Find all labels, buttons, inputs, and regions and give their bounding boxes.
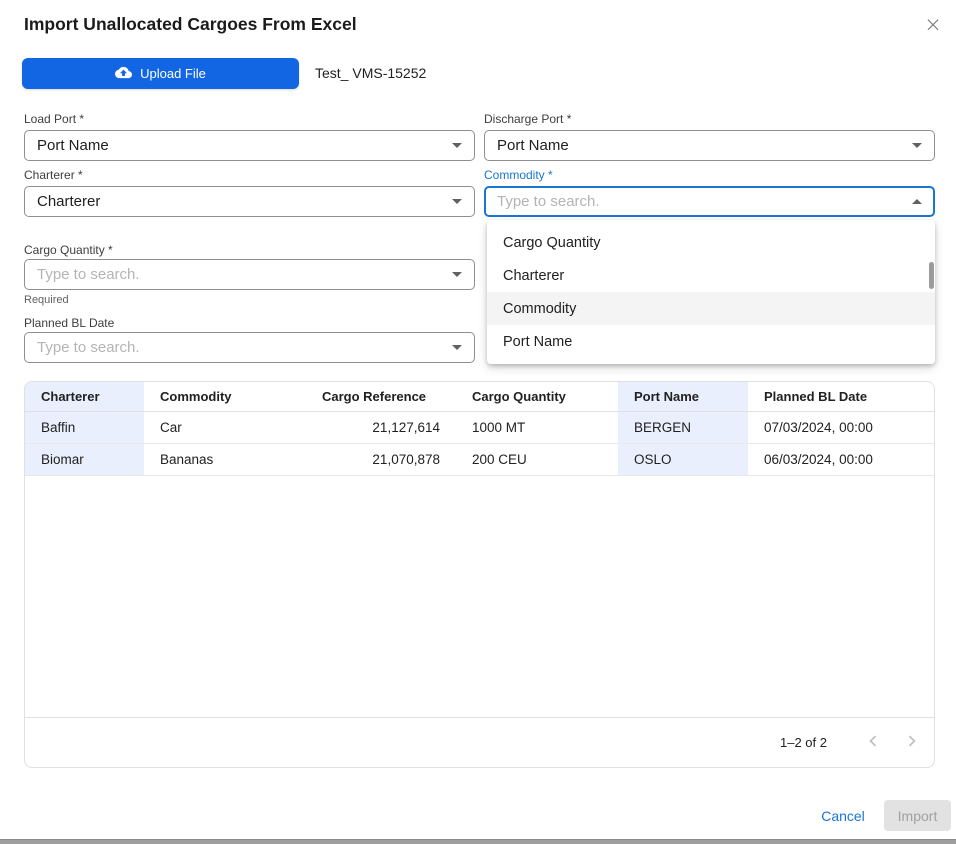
column-header-planned-bl-date: Planned BL Date: [748, 382, 935, 412]
close-icon: [924, 15, 942, 36]
discharge-port-value: Port Name: [497, 137, 912, 154]
planned-bl-date-label: Planned BL Date: [24, 316, 114, 330]
charterer-label: Charterer *: [24, 168, 83, 182]
table-row[interactable]: Baffin Car 21,127,614 1000 MT BERGEN 07/…: [25, 412, 935, 444]
cell-cargo-quantity: 1000 MT: [456, 412, 618, 444]
cell-planned-bl-date: 07/03/2024, 00:00: [748, 412, 935, 444]
cancel-button[interactable]: Cancel: [818, 804, 868, 828]
cell-charterer: Baffin: [25, 412, 144, 444]
charterer-select[interactable]: Charterer: [24, 186, 475, 217]
charterer-value: Charterer: [37, 193, 452, 210]
cell-cargo-reference: 21,070,878: [306, 444, 456, 476]
column-header-commodity: Commodity: [144, 382, 306, 412]
discharge-port-label: Discharge Port *: [484, 112, 571, 126]
column-header-cargo-quantity: Cargo Quantity: [456, 382, 618, 412]
cell-port-name: OSLO: [618, 444, 748, 476]
chevron-up-icon: [912, 199, 922, 204]
dropdown-option-commodity[interactable]: Commodity: [487, 292, 935, 325]
dropdown-option-port-name[interactable]: Port Name: [487, 325, 935, 358]
cargo-quantity-label: Cargo Quantity *: [24, 243, 113, 257]
close-button[interactable]: [921, 13, 945, 37]
cargo-preview-table: Charterer Commodity Cargo Reference Carg…: [25, 382, 935, 476]
dropdown-option-cargo-quantity[interactable]: Cargo Quantity: [487, 226, 935, 259]
uploaded-file-name: Test_ VMS-15252: [315, 58, 426, 89]
import-cargoes-dialog: Import Unallocated Cargoes From Excel Up…: [0, 0, 956, 844]
discharge-port-select[interactable]: Port Name: [484, 130, 935, 161]
pagination-bar: 1–2 of 2: [25, 717, 934, 767]
load-port-select[interactable]: Port Name: [24, 130, 475, 161]
table-row[interactable]: Biomar Bananas 21,070,878 200 CEU OSLO 0…: [25, 444, 935, 476]
chevron-left-icon: [862, 730, 884, 755]
load-port-value: Port Name: [37, 137, 452, 154]
cargo-quantity-helper: Required: [24, 294, 69, 306]
commodity-label: Commodity *: [484, 168, 553, 182]
cell-commodity: Car: [144, 412, 306, 444]
table-header-row: Charterer Commodity Cargo Reference Carg…: [25, 382, 935, 412]
chevron-down-icon: [452, 199, 462, 204]
load-port-label: Load Port *: [24, 112, 84, 126]
cargo-preview-table-card: Charterer Commodity Cargo Reference Carg…: [24, 381, 935, 768]
upload-file-label: Upload File: [140, 66, 206, 81]
commodity-combobox[interactable]: [484, 186, 935, 217]
cargo-quantity-combobox[interactable]: Type to search.: [24, 259, 475, 290]
commodity-search-input[interactable]: [497, 193, 912, 210]
chevron-down-icon: [452, 143, 462, 148]
planned-bl-date-placeholder: Type to search.: [37, 339, 452, 356]
chevron-down-icon: [452, 272, 462, 277]
planned-bl-date-combobox[interactable]: Type to search.: [24, 332, 475, 363]
cell-planned-bl-date: 06/03/2024, 00:00: [748, 444, 935, 476]
chevron-right-icon: [901, 730, 923, 755]
pagination-range-label: 1–2 of 2: [780, 735, 827, 750]
chevron-down-icon: [912, 143, 922, 148]
cell-port-name: BERGEN: [618, 412, 748, 444]
cell-cargo-quantity: 200 CEU: [456, 444, 618, 476]
column-header-charterer: Charterer: [25, 382, 144, 412]
cell-charterer: Biomar: [25, 444, 144, 476]
cargo-quantity-placeholder: Type to search.: [37, 266, 452, 283]
dropdown-option-charterer[interactable]: Charterer: [487, 259, 935, 292]
import-button[interactable]: Import: [884, 800, 951, 831]
next-page-button[interactable]: [900, 731, 924, 755]
cell-cargo-reference: 21,127,614: [306, 412, 456, 444]
previous-page-button[interactable]: [861, 731, 885, 755]
column-header-port-name: Port Name: [618, 382, 748, 412]
table-empty-area: [25, 476, 934, 717]
chevron-down-icon: [452, 345, 462, 350]
horizontal-scrollbar[interactable]: [0, 839, 956, 844]
dialog-title: Import Unallocated Cargoes From Excel: [24, 14, 357, 35]
upload-file-button[interactable]: Upload File: [22, 58, 299, 89]
commodity-dropdown-listbox: Cargo Quantity Charterer Commodity Port …: [487, 220, 935, 364]
column-header-cargo-reference: Cargo Reference: [306, 382, 456, 412]
dropdown-scrollbar-thumb[interactable]: [929, 262, 934, 289]
cell-commodity: Bananas: [144, 444, 306, 476]
cloud-upload-icon: [115, 64, 132, 84]
